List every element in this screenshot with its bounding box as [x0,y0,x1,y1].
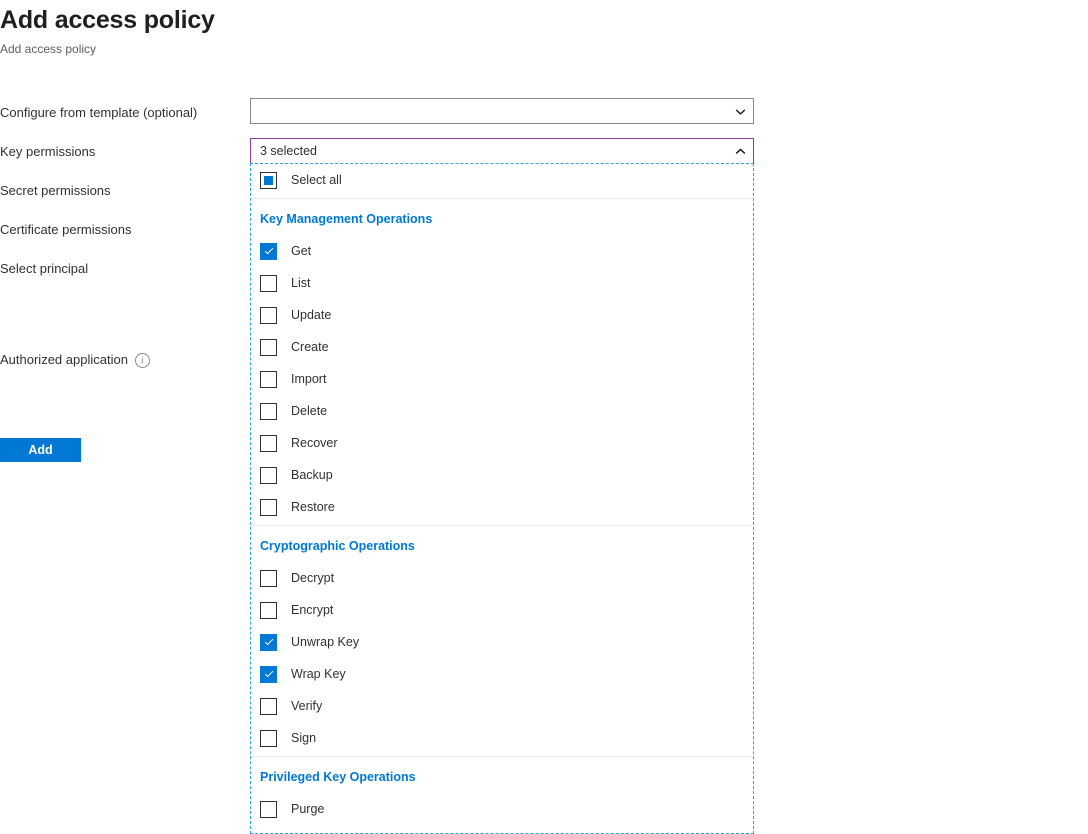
option-decrypt[interactable]: Decrypt [251,562,753,594]
page-title: Add access policy [0,4,600,36]
label-certificate-permissions: Certificate permissions [0,221,132,239]
option-label: Verify [291,698,322,714]
checkbox-list[interactable] [260,275,277,292]
label-secret-permissions: Secret permissions [0,182,111,200]
option-label: Encrypt [291,602,333,618]
checkbox-create[interactable] [260,339,277,356]
page-subtitle: Add access policy [0,41,600,57]
checkbox-import[interactable] [260,371,277,388]
checkbox-encrypt[interactable] [260,602,277,619]
option-label: Create [291,339,329,355]
option-unwrap-key[interactable]: Unwrap Key [251,626,753,658]
option-label: List [291,275,310,291]
label-configure-from-template: Configure from template (optional) [0,104,197,122]
option-label: Sign [291,730,316,746]
option-list[interactable]: List [251,267,753,299]
option-backup[interactable]: Backup [251,459,753,491]
option-delete[interactable]: Delete [251,395,753,427]
option-label: Import [291,371,326,387]
checkbox-wrap-key[interactable] [260,666,277,683]
page-header: Add access policy Add access policy [0,0,600,57]
option-label: Decrypt [291,570,334,586]
checkbox-update[interactable] [260,307,277,324]
key-permissions-dropdown[interactable]: 3 selected [250,138,754,163]
checkbox-select-all[interactable] [260,172,277,189]
chevron-up-icon [734,145,747,158]
option-import[interactable]: Import [251,363,753,395]
option-label: Delete [291,403,327,419]
option-label: Backup [291,467,333,483]
authorized-application-text: Authorized application [0,351,128,369]
option-recover[interactable]: Recover [251,427,753,459]
checkbox-get[interactable] [260,243,277,260]
option-purge[interactable]: Purge [251,793,753,825]
label-key-permissions: Key permissions [0,143,95,161]
checkbox-delete[interactable] [260,403,277,420]
option-get[interactable]: Get [251,235,753,267]
option-label: Purge [291,801,324,817]
key-permissions-dropdown-panel: Select all Key Management Operations Get… [250,163,754,834]
label-authorized-application: Authorized application [0,351,150,369]
chevron-down-icon [734,105,747,118]
checkbox-restore[interactable] [260,499,277,516]
label-select-principal: Select principal [0,260,88,278]
group-heading-key-management: Key Management Operations [251,199,753,235]
group-heading-cryptographic: Cryptographic Operations [251,526,753,562]
checkbox-decrypt[interactable] [260,570,277,587]
option-label: Recover [291,435,338,451]
option-label: Wrap Key [291,666,346,682]
configure-from-template-field [250,98,754,124]
option-encrypt[interactable]: Encrypt [251,594,753,626]
template-dropdown[interactable] [250,98,754,124]
checkbox-backup[interactable] [260,467,277,484]
group-heading-privileged: Privileged Key Operations [251,757,753,793]
option-label: Select all [291,172,342,188]
checkbox-sign[interactable] [260,730,277,747]
option-label: Restore [291,499,335,515]
option-select-all[interactable]: Select all [251,164,753,196]
key-permissions-field: 3 selected Select all Key Management Ope… [250,138,754,834]
option-verify[interactable]: Verify [251,690,753,722]
option-restore[interactable]: Restore [251,491,753,523]
option-wrap-key[interactable]: Wrap Key [251,658,753,690]
option-sign[interactable]: Sign [251,722,753,754]
info-icon[interactable] [135,353,150,368]
checkbox-unwrap-key[interactable] [260,634,277,651]
option-update[interactable]: Update [251,299,753,331]
checkbox-verify[interactable] [260,698,277,715]
option-label: Get [291,243,311,259]
checkbox-purge[interactable] [260,801,277,818]
key-permissions-dropdown-value: 3 selected [260,143,734,159]
option-create[interactable]: Create [251,331,753,363]
option-label: Update [291,307,331,323]
checkbox-recover[interactable] [260,435,277,452]
add-button[interactable]: Add [0,438,81,462]
option-label: Unwrap Key [291,634,359,650]
panel-bottom-spacer [251,825,753,833]
